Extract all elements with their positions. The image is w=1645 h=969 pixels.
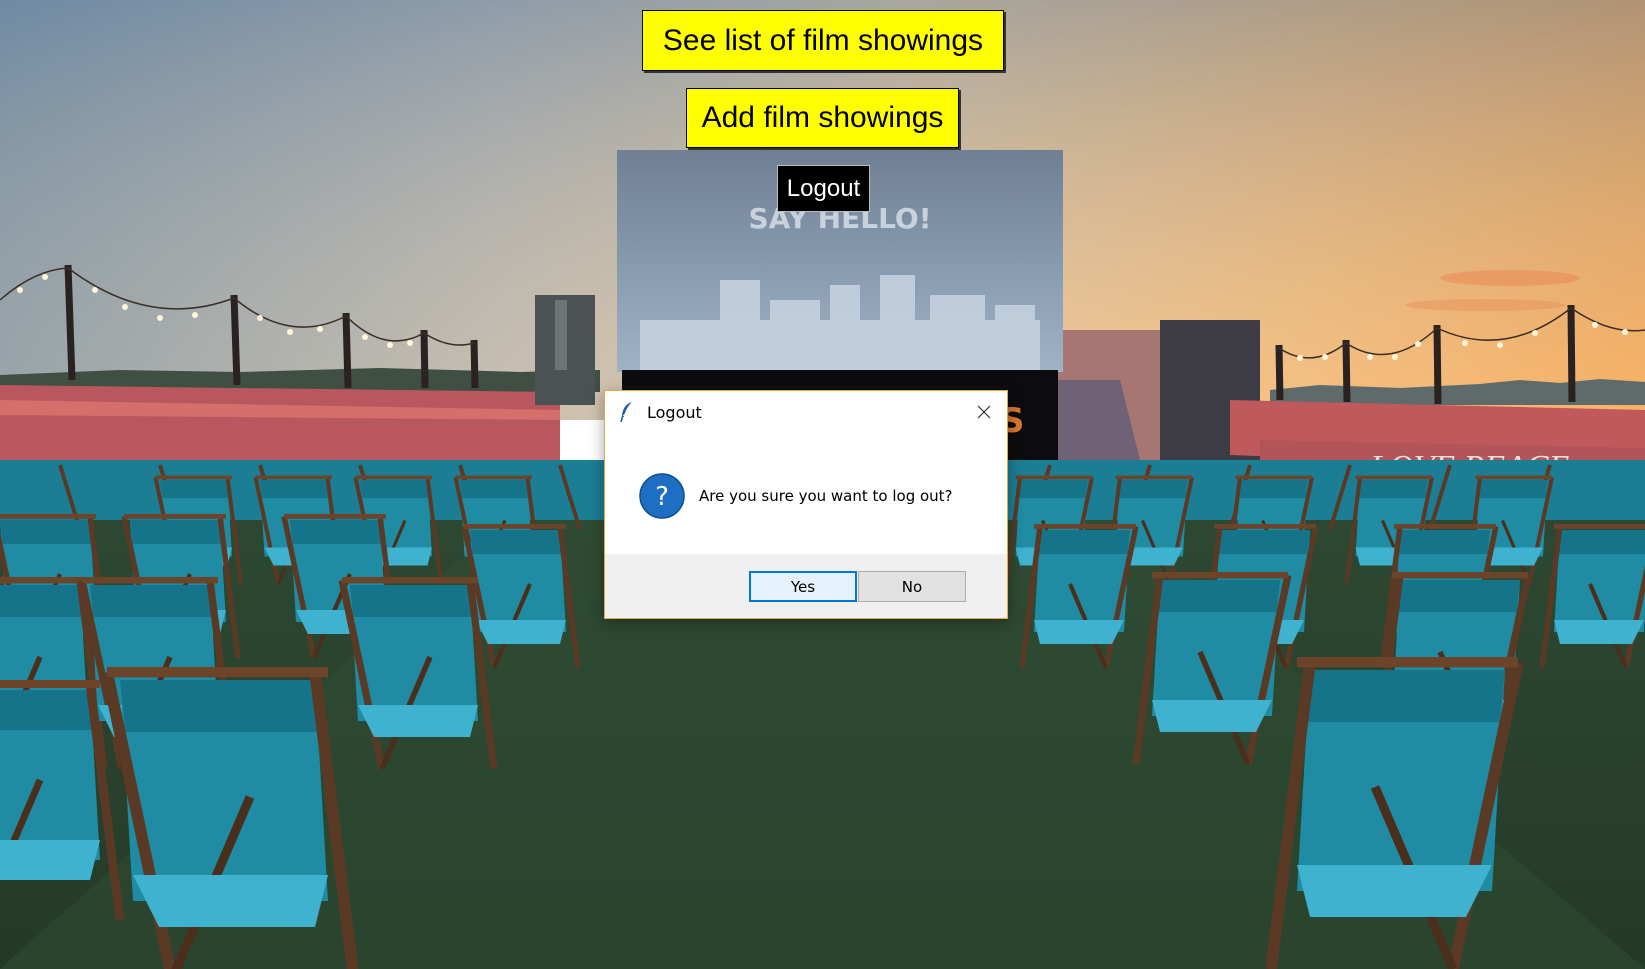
dialog-message: Are you sure you want to log out? <box>699 487 953 505</box>
dialog-button-bar: Yes No <box>605 554 1007 618</box>
yes-button[interactable]: Yes <box>749 571 857 602</box>
no-button[interactable]: No <box>858 571 966 602</box>
dialog-title: Logout <box>647 403 702 422</box>
feather-icon <box>620 401 633 423</box>
add-film-showings-button[interactable]: Add film showings <box>686 88 959 148</box>
question-icon: ? <box>639 473 685 519</box>
see-film-showings-button[interactable]: See list of film showings <box>642 10 1004 71</box>
svg-text:?: ? <box>655 482 669 512</box>
logout-confirm-dialog: Logout ? Are you sure you want to log ou… <box>604 390 1008 619</box>
close-icon[interactable] <box>969 397 999 427</box>
logout-button[interactable]: Logout <box>777 165 870 212</box>
dialog-title-bar[interactable]: Logout <box>605 391 1007 433</box>
